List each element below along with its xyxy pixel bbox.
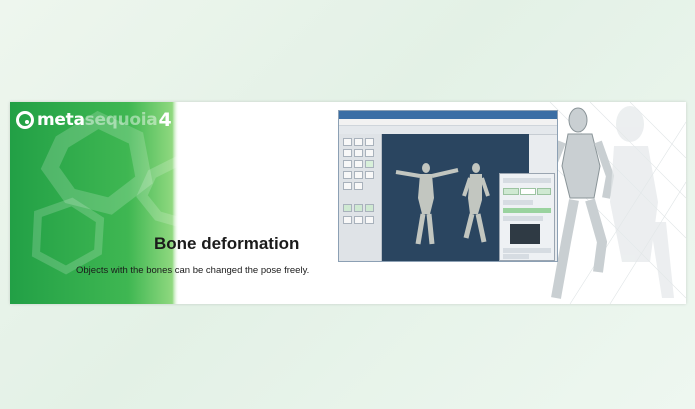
app-screenshot (338, 110, 558, 262)
logo-version: 4 (158, 109, 172, 131)
banner-headline: Bone deformation (154, 234, 300, 253)
logo-word-primary: meta (37, 110, 85, 130)
app-menubar (339, 119, 557, 126)
metasequoia-logo: meta sequoia 4 (16, 108, 172, 132)
logo-word-secondary: sequoia (84, 110, 158, 130)
app-properties-panel (499, 173, 555, 261)
logo-mark-icon (16, 111, 34, 129)
hero-banner: meta sequoia 4 Bone deformation Objects … (10, 102, 686, 304)
app-tool-palette (339, 134, 382, 261)
banner-subline: Objects with the bones can be changed th… (76, 265, 310, 276)
app-titlebar (339, 111, 557, 119)
